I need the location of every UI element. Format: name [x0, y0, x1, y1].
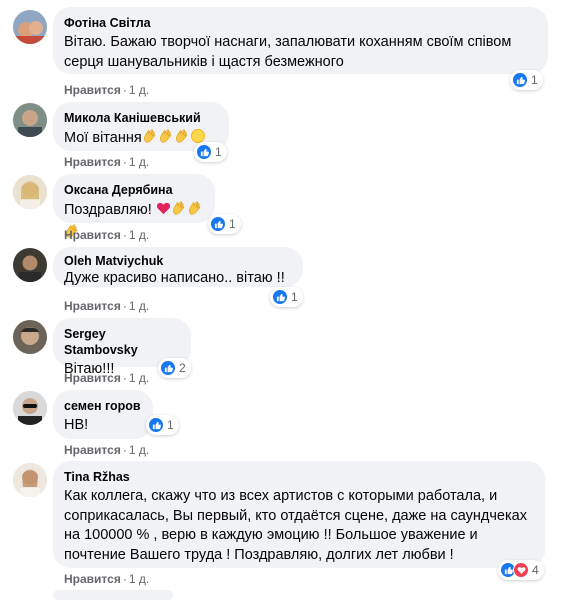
like-reaction-icon: [196, 144, 212, 160]
reaction-count: 4: [532, 563, 539, 577]
like-reaction-icon: [148, 417, 164, 433]
avatar[interactable]: [13, 175, 47, 209]
comment-text-line: почтение Вашего труда ! Поздравляю, долг…: [64, 546, 454, 563]
comment-text-line: Как коллега, скажу что из всех артистов …: [64, 488, 498, 504]
like-button[interactable]: Нравится: [64, 371, 121, 385]
like-reaction-icon: [160, 360, 176, 376]
comment-bubble: семен горов НВ!: [53, 390, 153, 439]
reaction-summary[interactable]: 1: [510, 70, 543, 90]
comment-author[interactable]: Оксана Дерябина: [64, 182, 203, 198]
love-reaction-icon: [513, 562, 529, 578]
like-button[interactable]: Нравится: [64, 228, 121, 242]
avatar[interactable]: [13, 320, 47, 354]
comment-author[interactable]: Sergey Stambovsky: [64, 326, 179, 358]
comment-timestamp[interactable]: 1 д.: [129, 443, 149, 457]
like-button[interactable]: Нравится: [64, 443, 121, 457]
clap-emoji: [142, 128, 158, 151]
comment-text: Как коллега, скажу что из всех артистов …: [64, 487, 533, 565]
like-button[interactable]: Нравится: [64, 155, 121, 169]
comment-text: Вітаю. Бажаю творчої наснаги, запалювати…: [64, 34, 512, 70]
like-button[interactable]: Нравится: [64, 299, 121, 313]
clap-emoji: [158, 128, 174, 151]
reaction-count: 1: [291, 290, 298, 304]
avatar[interactable]: [13, 103, 47, 137]
comment-actions: Нравится · 1 д.: [64, 572, 150, 586]
comment-bubble: Tina Ržhas Как коллега, скажу что из все…: [53, 461, 545, 568]
comment-author[interactable]: Микола Канішевський: [64, 110, 217, 126]
clap-emoji: [187, 200, 203, 223]
comment-timestamp[interactable]: 1 д.: [129, 83, 149, 97]
comment-bubble: Фотіна Світла Вітаю. Бажаю творчої насна…: [53, 7, 548, 74]
reaction-summary[interactable]: 2: [158, 358, 191, 378]
like-reaction-icon: [512, 72, 528, 88]
like-reaction-icon: [272, 289, 288, 305]
avatar[interactable]: [13, 10, 47, 44]
reaction-summary[interactable]: 1: [194, 142, 227, 162]
reaction-summary[interactable]: 1: [208, 214, 241, 234]
reaction-count: 1: [215, 145, 222, 159]
clap-emoji: [174, 128, 190, 151]
comment-bubble: Оксана Дерябина Поздравляю!: [53, 174, 215, 238]
comment-author[interactable]: Фотіна Світла: [64, 15, 536, 31]
comment-text: НВ!: [64, 417, 89, 433]
comment-bubble: Oleh Matviychuk Дуже красиво написано.. …: [53, 247, 303, 287]
like-button[interactable]: Нравится: [64, 572, 121, 586]
reaction-count: 1: [531, 73, 538, 87]
heart-emoji: [156, 201, 171, 223]
reaction-summary[interactable]: 4: [498, 560, 544, 580]
comment-timestamp[interactable]: 1 д.: [129, 299, 149, 313]
reaction-summary[interactable]: 1: [146, 415, 179, 435]
comment-text: Дуже красиво написано.. вітаю !!: [64, 270, 285, 286]
comment-actions: Нравится · 1 д.: [64, 155, 150, 169]
comment-actions: Нравится · 1 д.: [64, 371, 150, 385]
comment-author[interactable]: Tina Ržhas: [64, 469, 533, 485]
comment-timestamp[interactable]: 1 д.: [129, 572, 149, 586]
comment-actions: Нравится · 1 д.: [64, 299, 150, 313]
reaction-count: 2: [179, 361, 186, 375]
like-reaction-icon: [210, 216, 226, 232]
reaction-summary[interactable]: 1: [270, 287, 303, 307]
comment-actions: Нравится · 1 д.: [64, 83, 150, 97]
avatar[interactable]: [13, 248, 47, 282]
reaction-count: 1: [229, 217, 236, 231]
comment-actions: Нравится · 1 д.: [64, 228, 150, 242]
comment-timestamp[interactable]: 1 д.: [129, 155, 149, 169]
comment-timestamp[interactable]: 1 д.: [129, 371, 149, 385]
next-comment-bubble: [53, 590, 173, 600]
comment-author[interactable]: Oleh Matviychuk: [64, 253, 291, 269]
comment-text-line: на 100000 % , верю в каждую эмоцию !! Бо…: [64, 527, 478, 543]
comment-author[interactable]: семен горов: [64, 398, 141, 414]
comment-text-line: соприкасалась, Вы первый, кто отдаётся с…: [64, 507, 527, 524]
like-button[interactable]: Нравится: [64, 83, 121, 97]
comment-actions: Нравится · 1 д.: [64, 443, 150, 457]
comment-timestamp[interactable]: 1 д.: [129, 228, 149, 242]
avatar[interactable]: [13, 391, 47, 425]
avatar[interactable]: [13, 463, 47, 497]
clap-emoji: [171, 200, 187, 223]
reaction-count: 1: [167, 418, 174, 432]
